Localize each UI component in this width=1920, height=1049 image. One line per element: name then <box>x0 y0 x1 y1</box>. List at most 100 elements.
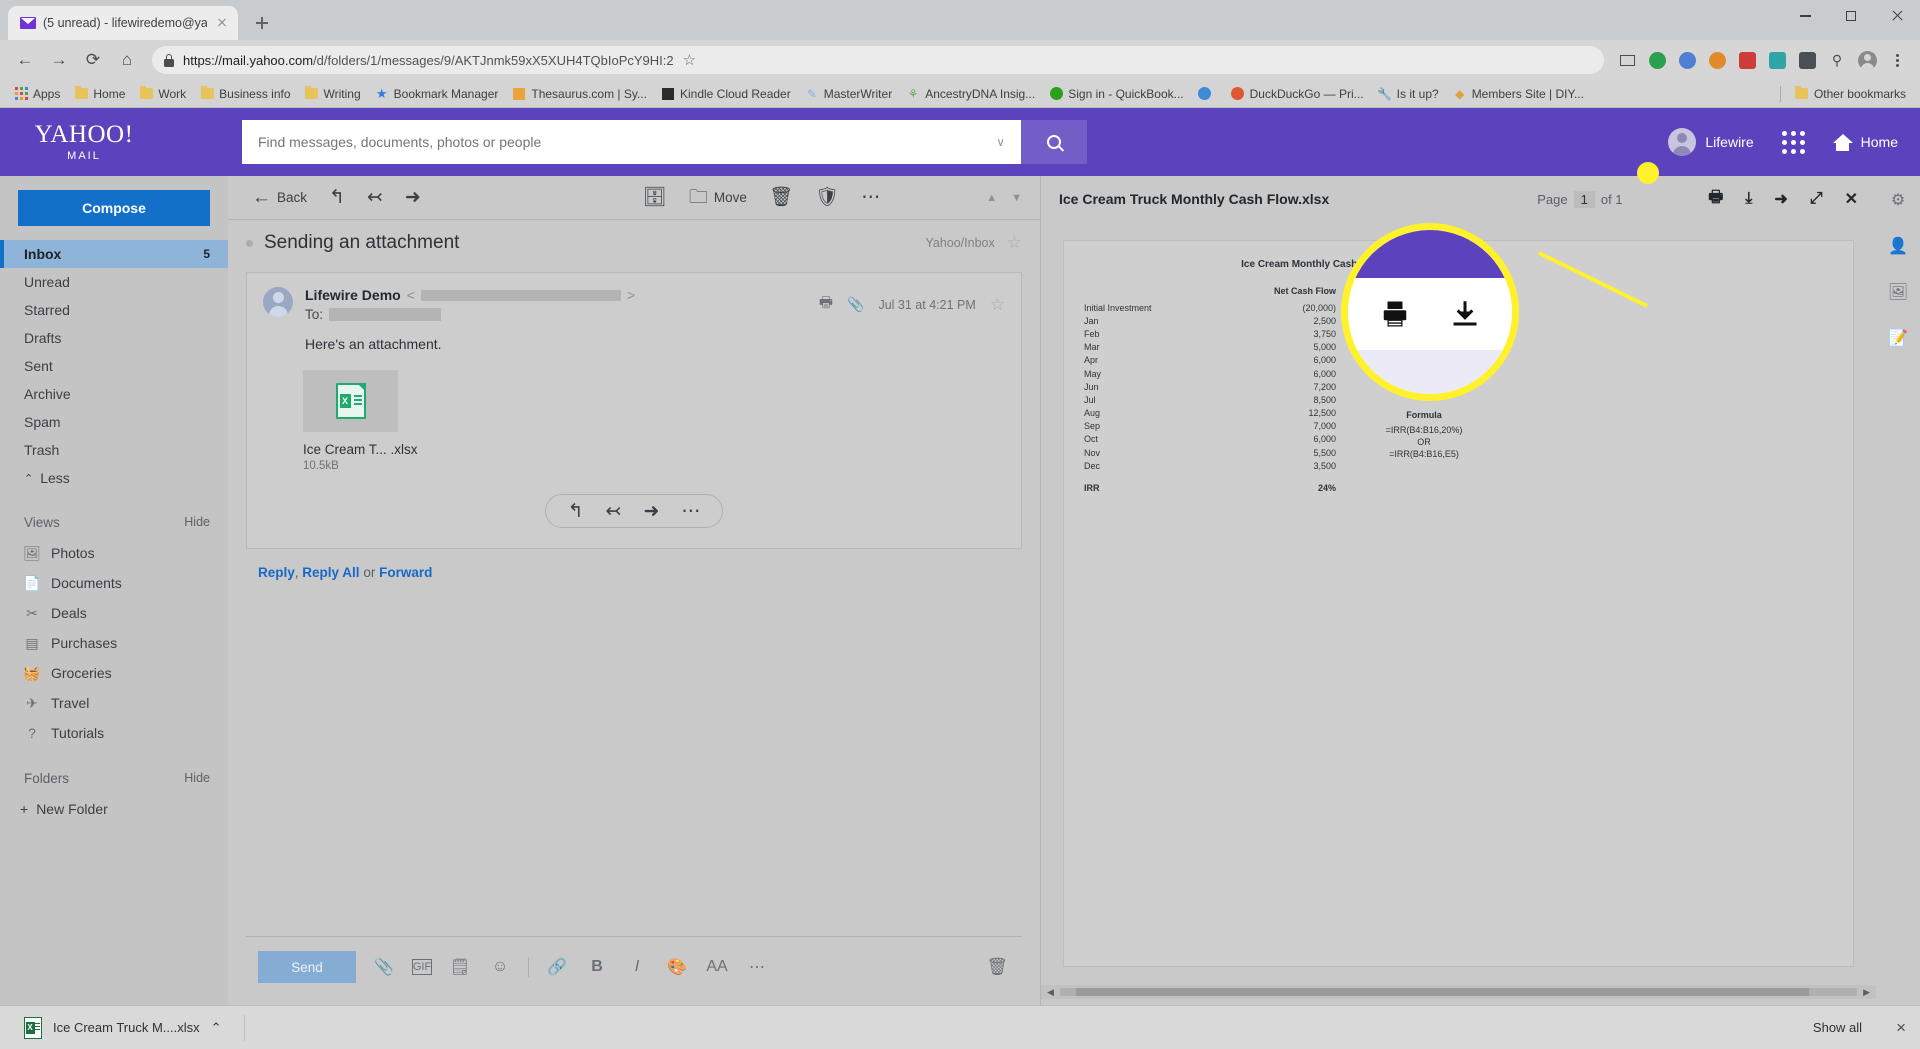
reply-all-icon[interactable]: ↢ <box>606 500 622 523</box>
delete-button[interactable]: 🗑 <box>763 184 799 211</box>
unread-indicator-icon[interactable] <box>246 239 253 247</box>
link-icon[interactable]: 🔗 <box>545 955 569 979</box>
sidebar-item-drafts[interactable]: Drafts <box>0 324 228 352</box>
bookmark-is-it-up[interactable]: 🔧 Is it up? <box>1372 84 1445 104</box>
color-icon[interactable]: 🎨 <box>665 955 689 979</box>
new-tab-button[interactable] <box>248 9 276 37</box>
sidebar-item-tutorials[interactable]: ? Tutorials <box>0 718 228 748</box>
photos-icon[interactable]: 🖼 <box>1888 282 1908 302</box>
gear-icon[interactable]: ⚙ <box>1891 190 1905 210</box>
bookmark-members-site[interactable]: ◆ Members Site | DIY... <box>1447 84 1590 104</box>
back-button[interactable]: ← <box>10 45 40 75</box>
chrome-menu-icon[interactable] <box>1884 47 1910 73</box>
scroll-left-arrow-icon[interactable]: ◀ <box>1047 987 1054 998</box>
sidebar-item-trash[interactable]: Trash <box>0 436 228 464</box>
attachment-thumbnail[interactable]: X <box>303 370 398 432</box>
sidebar-item-archive[interactable]: Archive <box>0 380 228 408</box>
yahoo-mail-logo[interactable]: YAHOO! MAIL <box>22 122 146 162</box>
search-button[interactable] <box>1021 120 1087 164</box>
lastpass-icon[interactable]: ⚲ <box>1824 47 1850 73</box>
reload-button[interactable]: ⟳ <box>78 45 108 75</box>
sidebar-item-spam[interactable]: Spam <box>0 408 228 436</box>
show-all-button[interactable]: Show all <box>1799 1015 1876 1040</box>
scroll-right-arrow-icon[interactable]: ▶ <box>1863 987 1870 998</box>
bookmark-kindle[interactable]: Kindle Cloud Reader <box>655 84 797 104</box>
reply-icon[interactable]: ↰ <box>568 500 584 523</box>
archive-button[interactable]: 🗄 <box>637 184 673 211</box>
sidebar-less-toggle[interactable]: ⌃ Less <box>0 464 228 492</box>
extension-red-icon[interactable] <box>1734 47 1760 73</box>
sidebar-item-deals[interactable]: ✂ Deals <box>0 598 228 628</box>
sidebar-item-travel[interactable]: ✈ Travel <box>0 688 228 718</box>
profile-avatar-icon[interactable] <box>1854 47 1880 73</box>
forward-icon[interactable]: ➜ <box>1774 189 1787 209</box>
extension-orange-icon[interactable] <box>1704 47 1730 73</box>
back-button[interactable]: ← Back <box>246 184 313 211</box>
next-message-button[interactable]: ▼ <box>1011 192 1022 204</box>
chevron-up-icon[interactable]: ⌃ <box>211 1020 222 1036</box>
print-icon[interactable]: 🖶 <box>819 292 833 317</box>
sidebar-item-photos[interactable]: 🖼 Photos <box>0 538 228 568</box>
gif-icon[interactable]: GIF <box>412 959 432 975</box>
bookmark-thesaurus[interactable]: Thesaurus.com | Sy... <box>506 84 653 104</box>
more-dots-icon[interactable]: ⋯ <box>745 955 769 979</box>
browser-tab[interactable]: (5 unread) - lifewiredemo@yaho <box>8 6 238 40</box>
bookmark-ancestrydna[interactable]: ⚘ AncestryDNA Insig... <box>900 84 1041 104</box>
bookmark-writing[interactable]: Writing <box>299 84 367 104</box>
extension-blue-icon[interactable] <box>1674 47 1700 73</box>
bookmark-star-icon[interactable]: ☆ <box>683 51 696 69</box>
star-icon[interactable]: ☆ <box>1007 233 1022 253</box>
sidebar-item-inbox[interactable]: Inbox 5 <box>0 240 228 268</box>
bookmark-duckduckgo[interactable]: DuckDuckGo — Pri... <box>1225 84 1370 104</box>
reply-button[interactable]: ↰ <box>323 184 351 211</box>
close-icon[interactable]: ✕ <box>1845 189 1858 209</box>
send-button[interactable]: Send <box>258 951 356 983</box>
compose-button[interactable]: Compose <box>18 190 210 226</box>
sidebar-item-purchases[interactable]: ▤ Purchases <box>0 628 228 658</box>
scroll-track[interactable] <box>1059 988 1858 996</box>
preview-horizontal-scrollbar[interactable]: ◀ ▶ <box>1041 985 1876 999</box>
page-number[interactable]: 1 <box>1573 190 1595 208</box>
move-button[interactable]: 🗀 Move <box>683 184 753 211</box>
reply-link[interactable]: Reply <box>258 565 295 580</box>
sidebar-item-documents[interactable]: 📄 Documents <box>0 568 228 598</box>
folders-hide-button[interactable]: Hide <box>184 771 210 785</box>
maximize-button[interactable] <box>1828 0 1874 32</box>
chevron-down-icon[interactable]: ∨ <box>996 135 1005 149</box>
address-bar[interactable]: https://mail.yahoo.com/d/folders/1/messa… <box>152 46 1604 74</box>
italic-icon[interactable]: I <box>625 955 649 979</box>
apps-grid-icon[interactable] <box>1781 130 1805 154</box>
bookmark-work[interactable]: Work <box>133 84 192 104</box>
home-button[interactable]: Home <box>1832 133 1898 151</box>
spam-button[interactable]: 🛡 <box>809 184 845 211</box>
sidebar-item-sent[interactable]: Sent <box>0 352 228 380</box>
bookmark-business-info[interactable]: Business info <box>194 84 296 104</box>
download-item[interactable]: X Ice Cream Truck M....xlsx ⌃ <box>14 1012 232 1044</box>
sidebar-item-unread[interactable]: Unread <box>0 268 228 296</box>
close-icon[interactable]: × <box>1896 1018 1906 1038</box>
extension-teal-icon[interactable] <box>1764 47 1790 73</box>
bold-icon[interactable]: B <box>585 955 609 979</box>
forward-button[interactable]: → <box>44 45 74 75</box>
notepad-icon[interactable]: 📝 <box>1888 328 1908 348</box>
print-icon[interactable]: 🖶 <box>1708 186 1723 213</box>
cast-icon[interactable] <box>1614 47 1640 73</box>
bookmark-masterwriter[interactable]: ✎ MasterWriter <box>799 84 898 104</box>
home-button[interactable]: ⌂ <box>112 45 142 75</box>
views-hide-button[interactable]: Hide <box>184 515 210 529</box>
sticker-icon[interactable]: 🗒 <box>448 955 472 979</box>
contacts-icon[interactable]: 👤 <box>1888 236 1908 256</box>
bookmark-home[interactable]: Home <box>68 84 131 104</box>
bookmark-globe[interactable] <box>1192 84 1223 104</box>
reply-all-link[interactable]: Reply All <box>302 565 359 580</box>
paperclip-icon[interactable]: 📎 <box>847 296 864 313</box>
prev-message-button[interactable]: ▲ <box>986 192 997 204</box>
font-size-icon[interactable]: AA <box>705 955 729 979</box>
close-icon[interactable] <box>214 15 230 31</box>
bookmark-manager[interactable]: ★ Bookmark Manager <box>369 84 505 104</box>
new-folder-button[interactable]: + New Folder <box>0 794 228 824</box>
close-window-button[interactable] <box>1874 0 1920 32</box>
expand-icon[interactable]: ⤢ <box>1810 190 1823 208</box>
minimize-button[interactable] <box>1782 0 1828 32</box>
star-icon[interactable]: ☆ <box>990 295 1005 315</box>
